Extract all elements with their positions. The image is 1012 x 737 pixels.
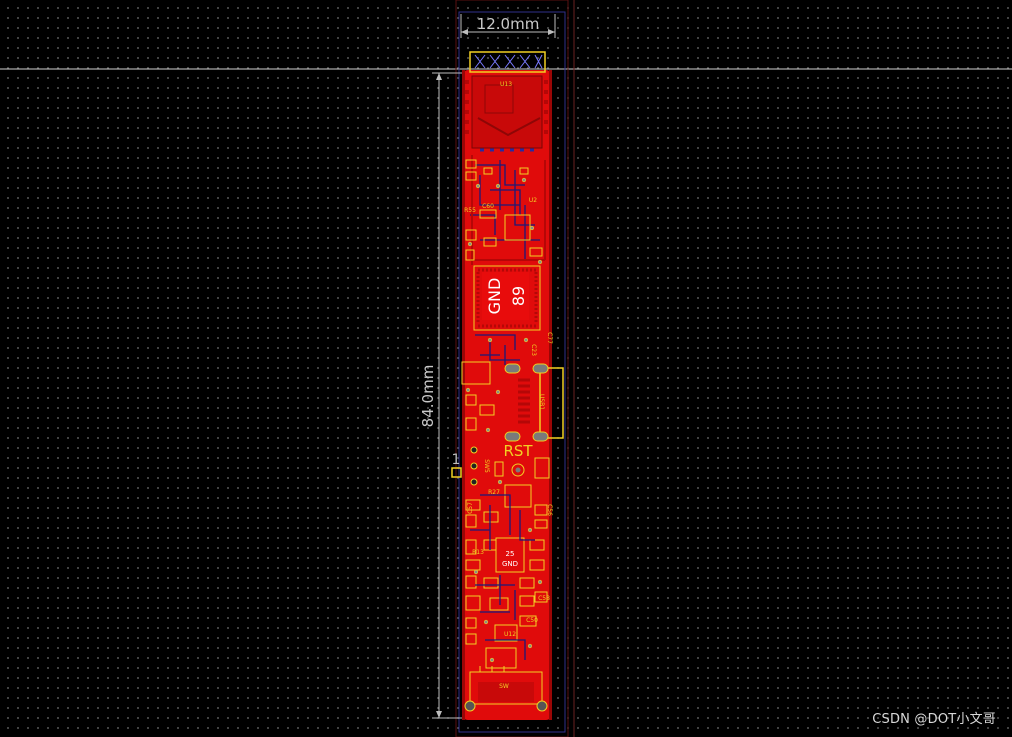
c58-label: C58 xyxy=(538,595,550,602)
width-dimension[interactable]: 12.0mm xyxy=(460,14,556,38)
c57-label: C57 xyxy=(467,502,474,514)
rst-label: RST xyxy=(503,442,533,460)
gnd-large-label: GND xyxy=(485,278,504,315)
u13-label: U13 xyxy=(500,81,512,88)
gnd-small-label: GND xyxy=(502,560,518,568)
c60-label: C60 xyxy=(482,203,494,210)
pcb-canvas[interactable]: 12.0mm 84.0mm 1 U13 C60 R55 U2 GND 89 C7… xyxy=(0,0,1012,737)
u12-label: U12 xyxy=(504,631,516,638)
sw-label: SW xyxy=(499,683,509,690)
pin1-label: 1 xyxy=(452,452,461,468)
r55-label: R55 xyxy=(464,207,476,214)
c23-label: C23 xyxy=(530,344,537,356)
c56-label: C56 xyxy=(546,504,553,516)
sw5-label: SW5 xyxy=(483,459,490,473)
gnd-number-label: 89 xyxy=(509,286,528,306)
gnd-small-num: 25 xyxy=(506,550,515,558)
usb1-label: USB1 xyxy=(538,394,545,410)
c77-label: C77 xyxy=(546,332,553,344)
board-left-edge xyxy=(462,70,465,720)
r13-label: R13 xyxy=(472,549,484,556)
board-right-edge xyxy=(549,70,552,720)
csdn-watermark: CSDN @DOT小文哥 xyxy=(872,712,996,727)
u2-label: U2 xyxy=(529,197,537,204)
width-dimension-label: 12.0mm xyxy=(477,15,540,33)
height-dimension-label: 84.0mm xyxy=(419,365,437,428)
pcb-board[interactable]: U13 C60 R55 U2 GND 89 C77 C23 USB1 RST S… xyxy=(461,51,564,720)
c50-label: C50 xyxy=(526,617,538,624)
r27-label: R27 xyxy=(488,489,500,496)
u13-module[interactable]: U13 xyxy=(465,75,548,152)
